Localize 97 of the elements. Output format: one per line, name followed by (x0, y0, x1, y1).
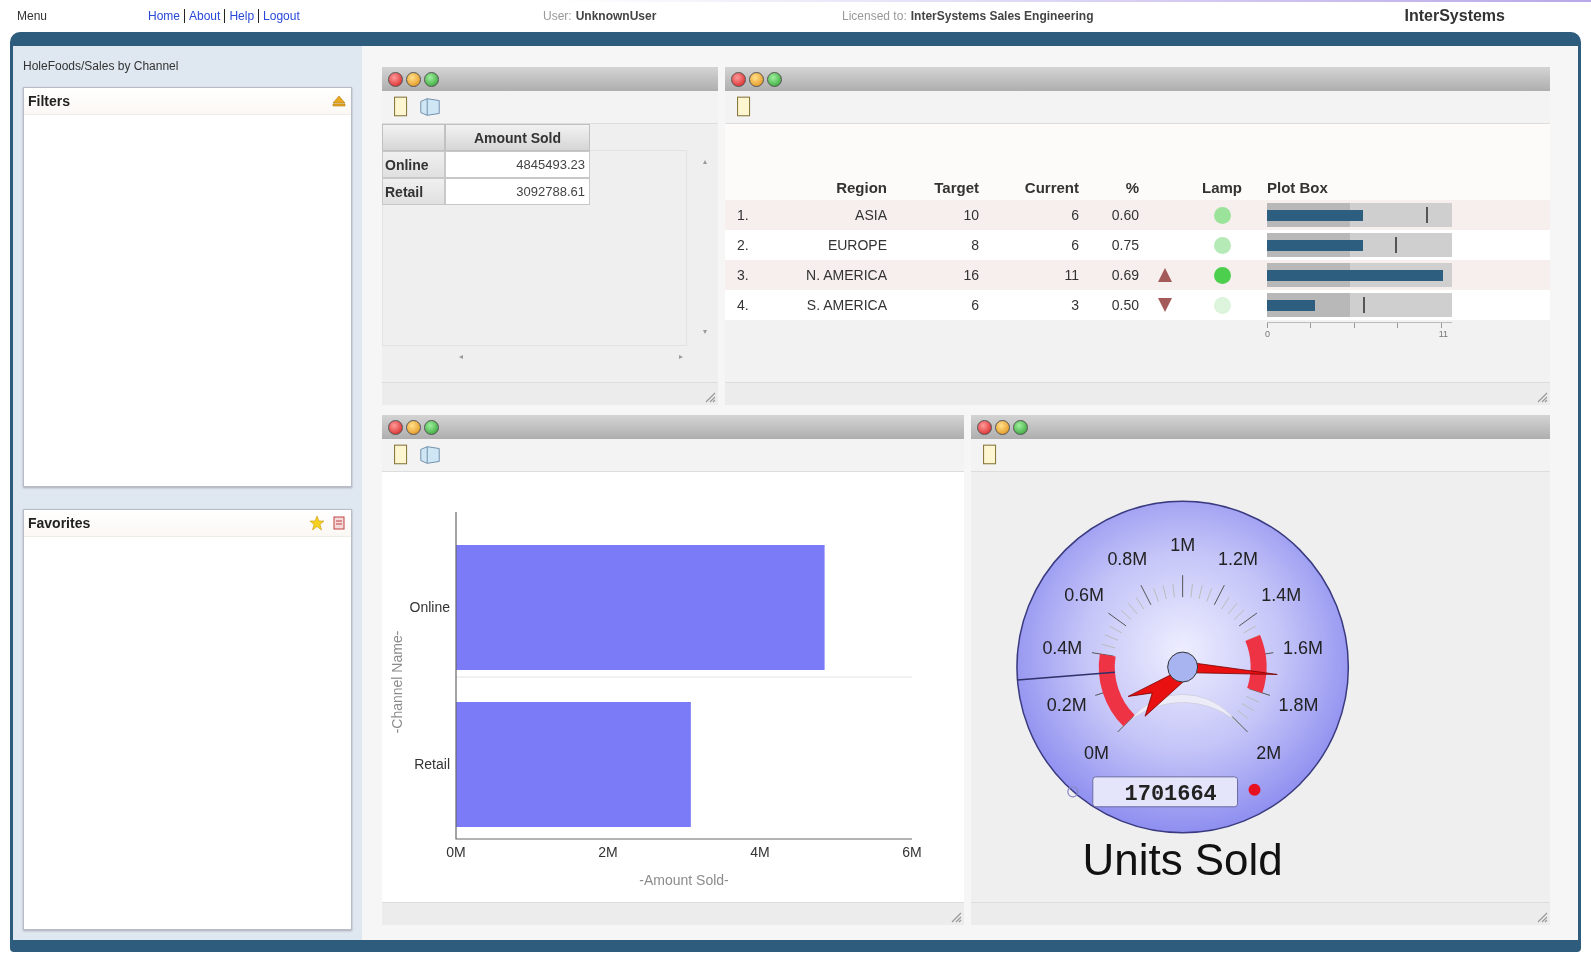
close-button[interactable] (388, 419, 403, 435)
resize-grip-icon[interactable] (704, 391, 716, 403)
panel-title: Filters (28, 93, 71, 109)
resize-grip-icon[interactable] (1536, 391, 1548, 403)
close-button[interactable] (977, 419, 992, 435)
column-header: Target (933, 178, 979, 196)
cube-icon[interactable] (418, 443, 442, 467)
row-number: 1. (737, 207, 750, 223)
indicator-light (1067, 786, 1079, 798)
column-header: Lamp (1201, 178, 1243, 196)
license-label: Licensed to: (842, 8, 907, 23)
star-icon[interactable] (309, 515, 325, 531)
axis-label: 0 (1265, 328, 1270, 339)
maximize-button[interactable] (424, 71, 439, 87)
minimize-button[interactable] (749, 71, 764, 87)
panel-title: Favorites (28, 515, 92, 531)
row-number: 2. (737, 237, 750, 253)
table-cell-text: N. AMERICA (805, 267, 887, 283)
table-cell-text: S. AMERICA (805, 297, 887, 313)
tick-label: 0M (446, 844, 466, 860)
menu-link[interactable]: Menu (17, 8, 148, 23)
scroll-arrow-icon[interactable] (678, 354, 684, 360)
table-cell-text: 0.69 (1110, 267, 1139, 283)
gauge-title: Units Sold (1082, 834, 1283, 884)
table-cell-text: 0.50 (1110, 297, 1139, 313)
minimize-button[interactable] (995, 419, 1010, 435)
gauge-tick-label: 0M (1084, 743, 1109, 764)
table-cell-text: 0.75 (1110, 237, 1139, 253)
category-label: Retail (414, 756, 450, 772)
nav-link[interactable]: About (184, 8, 225, 23)
table-cell-text: 3 (1070, 297, 1079, 313)
gauge-tick-label: 0.2M (1046, 694, 1087, 715)
category-label: Online (409, 599, 450, 615)
column-header: Current (1023, 178, 1079, 196)
table-cell-text: 0.60 (1110, 207, 1139, 223)
table-corner-header (382, 124, 445, 151)
minimize-button[interactable] (406, 419, 421, 435)
table-cell: 3092788.61 (445, 178, 590, 205)
table-cell-text: 16 (962, 267, 979, 283)
tick-label: 4M (750, 844, 770, 860)
gauge-tick-label: 0.4M (1042, 637, 1083, 658)
tick-label: 6M (902, 844, 922, 860)
gauge-tick-label: 1M (1170, 535, 1196, 556)
range-band (1245, 634, 1267, 693)
needle-hub (1167, 651, 1199, 683)
nav-link[interactable]: Home (148, 8, 184, 23)
gauge-tick-label: 0.6M (1064, 585, 1105, 606)
axis-title: -Channel Name- (389, 630, 405, 734)
user-name: UnknownUser (575, 8, 657, 23)
table-cell: 4845493.23 (445, 151, 590, 178)
close-button[interactable] (731, 71, 746, 87)
collapse-arrow-icon[interactable] (331, 93, 347, 109)
column-header: Amount Sold (445, 124, 590, 151)
gauge-tick-label: 1.6M (1282, 637, 1323, 658)
gauge-tick-label: 1.4M (1261, 585, 1302, 606)
nav-link[interactable]: Help (224, 8, 259, 23)
row-number: 3. (737, 267, 750, 283)
nav-link[interactable]: Logout (258, 8, 304, 23)
gauge-tick-label: 2M (1256, 743, 1282, 764)
axis-title: -Amount Sold- (639, 872, 729, 887)
table-cell-text: 10 (962, 207, 979, 223)
axis-label: 11 (1438, 328, 1448, 339)
table-cell-text: 6 (1070, 237, 1079, 253)
dashboard-title: HoleFoods/Sales by Channel (23, 59, 180, 75)
gauge-tick-label: 0.8M (1107, 548, 1148, 569)
row-header: Retail (382, 178, 445, 205)
column-header: Plot Box (1266, 178, 1329, 196)
table-cell-text: 8 (970, 237, 979, 253)
resize-grip-icon[interactable] (950, 911, 962, 923)
table-cell-text: EUROPE (826, 237, 887, 253)
gauge-value-display: 1701664 (1092, 776, 1239, 808)
table-cell-text: 6 (1070, 207, 1079, 223)
column-header: Region (835, 178, 887, 196)
resize-grip-icon[interactable] (1536, 911, 1548, 923)
table-cell-text: 6 (970, 297, 979, 313)
minimize-button[interactable] (406, 71, 421, 87)
indicator-light (1248, 783, 1261, 796)
user-label: User: (543, 8, 572, 23)
row-number: 4. (737, 297, 750, 313)
table-cell-text: 11 (1063, 267, 1079, 283)
close-button[interactable] (388, 71, 403, 87)
scroll-arrow-icon[interactable] (702, 159, 708, 165)
maximize-button[interactable] (424, 419, 439, 435)
scroll-arrow-icon[interactable] (458, 354, 464, 360)
column-header: % (1124, 178, 1139, 196)
cube-icon[interactable] (418, 95, 442, 119)
maximize-button[interactable] (767, 71, 782, 87)
gauge-tick-label: 1.2M (1217, 548, 1258, 569)
tick-label: 2M (598, 844, 618, 860)
maximize-button[interactable] (1013, 419, 1028, 435)
gauge-tick-label: 1.8M (1278, 694, 1319, 715)
row-header: Online (382, 151, 445, 178)
scroll-arrow-icon[interactable] (702, 329, 708, 335)
document-icon[interactable] (331, 515, 347, 531)
licensee-name: InterSystems Sales Engineering (910, 8, 1094, 23)
brand-logo: InterSystems (1404, 6, 1505, 25)
table-cell-text: ASIA (854, 207, 887, 223)
